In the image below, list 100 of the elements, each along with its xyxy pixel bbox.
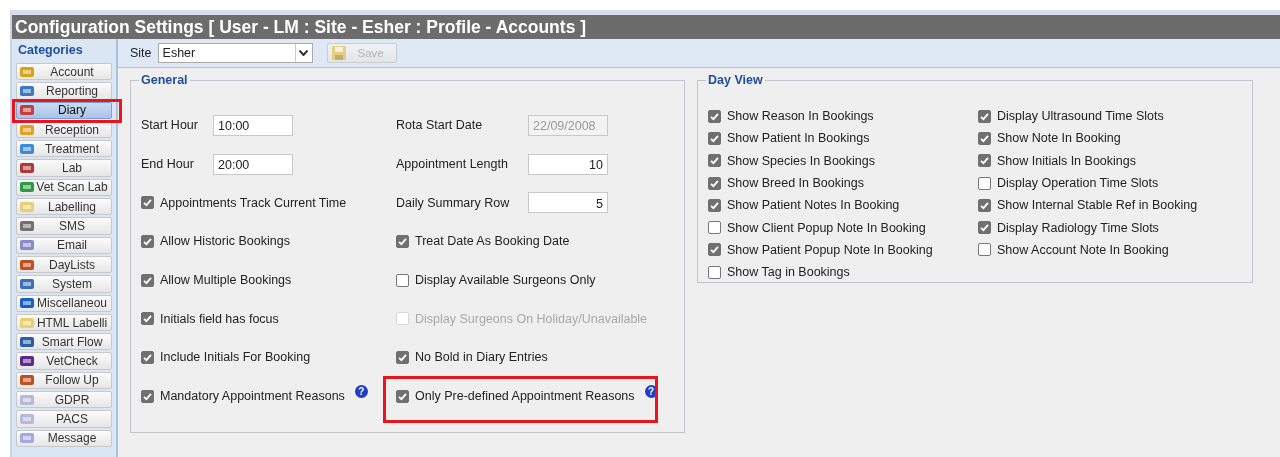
checkbox-label: Show Note In Booking [997,131,1121,146]
sidebar-title: Categories [17,42,84,59]
checkbox[interactable] [708,131,721,145]
category-button[interactable]: HTML Labelli [16,313,112,332]
checkbox-label: Show Breed In Bookings [727,176,864,191]
category-icon [19,239,35,252]
category-button[interactable]: DayLists [16,255,112,274]
checkbox-label: Display Operation Time Slots [997,176,1159,191]
category-button[interactable]: Miscellaneou [16,294,112,312]
category-icon [19,123,35,136]
checkbox-label: Include Initials For Booking [160,350,311,365]
checkbox[interactable] [708,265,721,279]
category-button[interactable]: VetCheck [16,352,112,370]
checkbox[interactable] [708,221,721,235]
category-icon [19,65,35,78]
category-button[interactable]: Account [16,63,112,81]
checkbox-label: Show Client Popup Note In Booking [727,220,926,235]
category-icon [19,316,35,329]
category-icon [19,374,35,387]
checkbox-label: Allow Multiple Bookings [160,273,292,288]
checkbox[interactable] [708,154,721,168]
checkbox[interactable] [141,234,154,248]
field-label: Daily Summary Row [396,195,511,210]
category-button[interactable]: Smart Flow [16,333,112,351]
checkbox-label: Display Radiology Time Slots [997,220,1159,235]
checkbox-label: Show Patient In Bookings [727,131,870,146]
checkbox[interactable] [141,350,154,364]
checkbox-label: Treat Date As Booking Date [415,234,570,249]
checkbox[interactable] [396,273,409,287]
checkbox[interactable] [141,273,154,287]
category-button[interactable]: SMS [16,217,112,235]
checkbox-label: Show Initials In Bookings [997,153,1136,168]
checkbox-label: Show Patient Popup Note In Booking [727,242,933,257]
help-icon[interactable]: ? [354,385,368,399]
checkbox[interactable] [141,312,154,326]
checkbox-label: Show Reason In Bookings [727,109,874,124]
checkbox[interactable] [396,234,409,248]
field-label: End Hour [141,157,195,172]
category-button[interactable]: Vet Scan Lab [16,178,112,197]
category-button[interactable]: Treatment [16,140,112,158]
checkbox-label: Display Surgeons On Holiday/Unavailable [415,311,648,326]
checkbox[interactable] [708,109,721,123]
checkbox[interactable] [978,154,991,168]
category-button[interactable]: Reporting [16,82,112,100]
checkbox[interactable] [396,350,409,364]
category-icon [19,181,35,194]
site-dropdown[interactable]: Esher [157,43,313,63]
checkbox[interactable] [708,243,721,257]
checkbox-label: Allow Historic Bookings [160,234,290,249]
checkbox-label: Show Species In Bookings [727,153,875,168]
checkbox[interactable] [978,198,991,212]
category-icon [19,162,35,175]
category-button[interactable]: Follow Up [16,371,112,390]
category-icon [19,297,35,310]
checkbox[interactable] [978,243,991,257]
checkbox[interactable] [978,109,991,123]
checkbox[interactable] [978,176,991,190]
site-label: Site [130,46,152,60]
category-icon [19,277,35,290]
category-icon [19,432,35,445]
checkbox[interactable] [978,221,991,235]
category-button[interactable]: PACS [16,410,112,428]
input-field[interactable]: 20:00 [213,153,293,175]
input-field[interactable]: 10 [528,153,608,175]
category-icon [19,104,35,117]
group-title: Day View [706,73,765,87]
checkbox-label: No Bold in Diary Entries [415,350,548,365]
checkbox-label: Only Pre-defined Appointment Reasons [415,389,635,404]
checkbox[interactable] [978,131,991,145]
input-field[interactable]: 10:00 [213,114,293,136]
checkbox[interactable] [141,389,154,403]
category-button[interactable]: Message [16,429,112,447]
checkbox[interactable] [396,389,409,403]
input-field[interactable]: 5 [528,192,608,214]
category-button[interactable]: Labelling [16,198,112,216]
checkbox[interactable] [708,176,721,190]
category-icon [19,142,35,155]
window-title: Configuration Settings [ User - LM : Site - Esher : Profile - Accounts ] [12,15,1280,39]
checkbox-label: Initials field has focus [160,311,279,326]
field-label: Appointment Length [396,157,509,172]
category-icon [19,220,35,232]
checkbox-label: Show Internal Stable Ref in Booking [997,198,1198,213]
category-icon [19,335,35,348]
checkbox-label: Show Account Note In Booking [997,242,1169,257]
category-icon [19,393,35,406]
checkbox-label: Display Ultrasound Time Slots [997,109,1164,124]
checkbox[interactable] [708,198,721,212]
checkbox[interactable] [141,196,154,210]
checkbox-label: Appointments Track Current Time [160,195,347,210]
field-label: Rota Start Date [396,118,484,133]
checkbox-label: Show Patient Notes In Booking [727,198,900,213]
checkbox-label: Show Tag in Bookings [727,265,850,280]
category-button[interactable]: GDPR [16,391,112,409]
category-button[interactable]: Email [16,236,112,254]
checkbox-label: Display Available Surgeons Only [415,273,596,288]
category-button[interactable]: System [16,275,112,293]
field-label: Start Hour [141,118,199,133]
category-icon [19,413,35,425]
category-icon [19,200,35,213]
category-button[interactable]: Lab [16,159,112,177]
